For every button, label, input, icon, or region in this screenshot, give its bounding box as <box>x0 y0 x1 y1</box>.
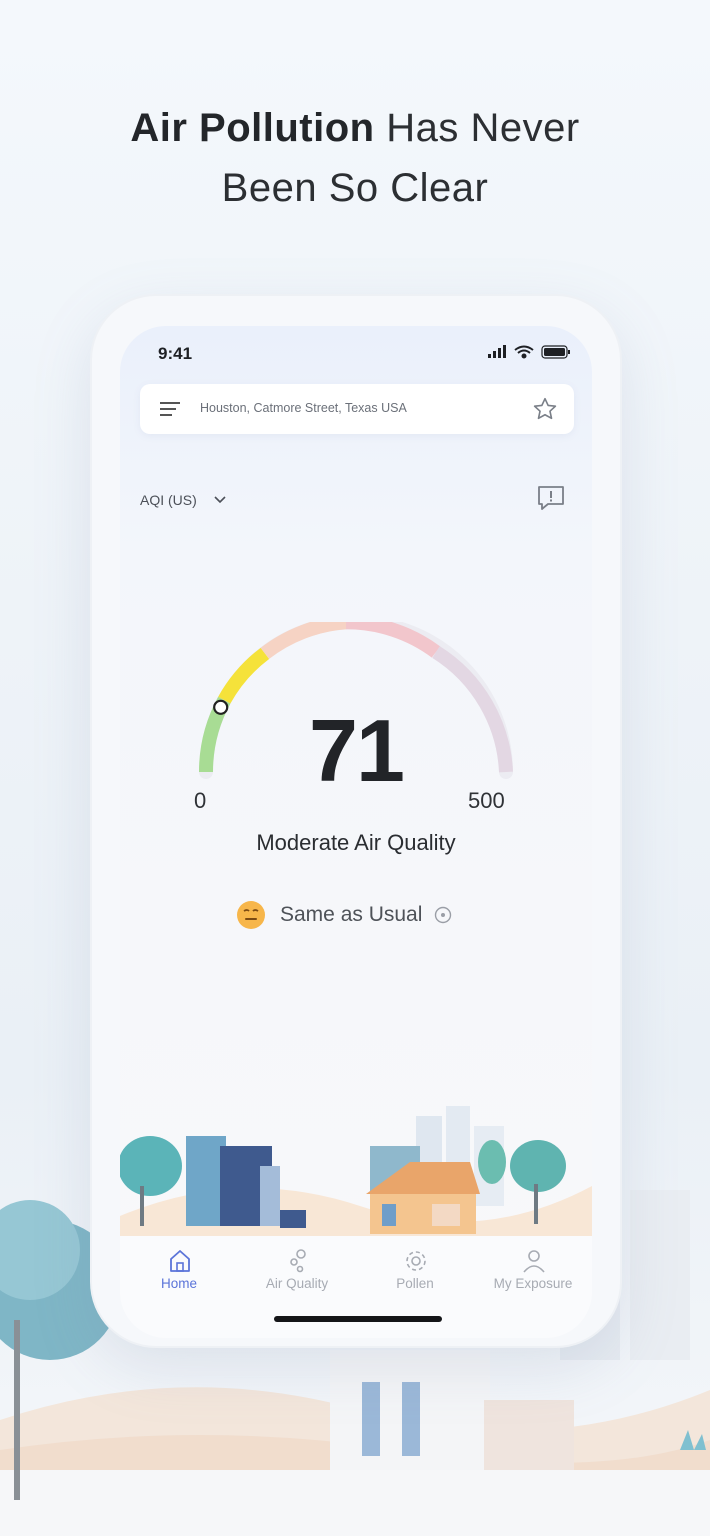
headline-bold: Air Pollution <box>130 106 375 150</box>
air-quality-icon <box>290 1249 306 1273</box>
signal-icon <box>488 345 506 358</box>
gauge-sensitive-segment <box>260 622 347 660</box>
aqi-value: 71 <box>309 701 405 800</box>
neutral-face-icon <box>237 901 265 929</box>
feedback-icon[interactable] <box>536 484 566 512</box>
home-icon <box>170 1250 190 1272</box>
location-search-bar[interactable]: Houston, Catmore Street, Texas USA <box>140 384 574 434</box>
aqi-standard-dropdown[interactable]: AQI (US) <box>140 492 197 508</box>
phone-screen: 9:41 Houston, Catmore Street, Texas USA … <box>120 326 592 1338</box>
headline-line2: Been So Clear <box>221 166 489 210</box>
tab-label-home: Home <box>160 1276 197 1291</box>
headline-rest: Has Never <box>386 106 580 150</box>
menu-icon[interactable] <box>160 401 182 417</box>
city-illustration <box>120 1106 592 1236</box>
home-indicator <box>274 1316 442 1322</box>
tab-label-my-exposure: My Exposure <box>493 1276 573 1291</box>
tab-label-pollen: Pollen <box>396 1276 434 1291</box>
star-icon[interactable] <box>532 396 558 422</box>
usual-comparison-text: Same as Usual <box>280 903 423 926</box>
battery-icon <box>541 345 570 359</box>
bottom-tab-bar: Home Air Quality Pollen My Exposure <box>120 1236 592 1338</box>
status-time: 9:41 <box>158 344 193 363</box>
marketing-headline: Air Pollution Has Never Been So Clear <box>0 98 710 218</box>
location-text[interactable]: Houston, Catmore Street, Texas USA <box>200 401 407 415</box>
person-icon <box>523 1250 545 1273</box>
wifi-icon <box>514 345 534 359</box>
chevron-down-icon[interactable] <box>214 496 226 504</box>
tab-label-air-quality: Air Quality <box>265 1276 329 1291</box>
gauge-max-label: 500 <box>468 788 505 813</box>
status-icons <box>488 345 570 359</box>
info-icon[interactable] <box>434 906 452 924</box>
air-quality-label: Moderate Air Quality <box>256 830 456 855</box>
gauge-moderate-segment <box>218 647 270 704</box>
pollen-icon <box>406 1251 426 1271</box>
usual-comparison: Same as Usual <box>236 898 452 932</box>
gauge-unhealthy-segment <box>345 622 441 658</box>
gauge-min-label: 0 <box>194 788 207 813</box>
